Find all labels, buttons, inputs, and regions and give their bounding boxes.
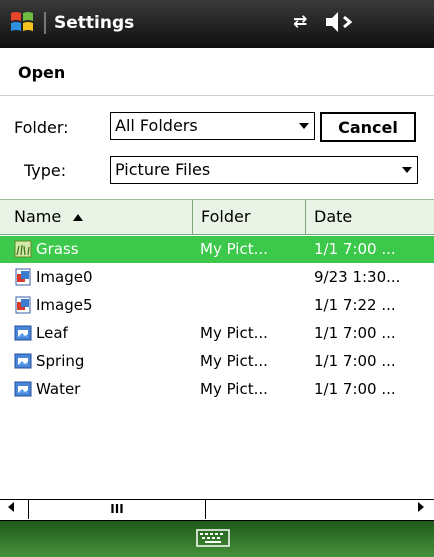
file-folder: My Pict... [200,352,268,370]
list-item[interactable]: Grass My Pict... 1/1 7:00 ... [0,236,434,263]
title-bar: Settings ⇄ [0,0,434,48]
chevron-down-icon [299,123,309,129]
file-folder: My Pict... [200,240,268,258]
scroll-left-icon[interactable] [8,502,14,512]
file-date: 1/1 7:00 ... [314,380,396,398]
connectivity-icon[interactable]: ⇄ [293,12,307,32]
column-header-folder[interactable]: Folder [193,200,306,234]
file-date: 1/1 7:00 ... [314,240,396,258]
file-name: Leaf [36,324,68,342]
list-header: Name Folder Date [0,199,434,235]
grass-image-icon [14,240,32,258]
scrollbar-thumb[interactable]: III [28,500,206,519]
file-name: Spring [36,352,85,370]
title-separator [44,12,46,34]
image-icon [15,268,31,286]
file-date: 1/1 7:22 ... [314,296,396,314]
file-folder: My Pict... [200,324,268,342]
open-menu-label: Open [18,63,66,82]
image-icon [15,296,31,314]
picture-icon [14,325,32,341]
list-item[interactable]: Image0 9/23 1:30... [0,264,434,291]
type-label: Type: [24,161,67,180]
scroll-right-icon[interactable] [418,502,424,512]
file-name: Grass [36,240,79,258]
file-name: Image0 [36,268,93,286]
column-header-name-label: Name [14,207,62,226]
picture-icon [14,353,32,369]
folder-label: Folder: [14,118,69,137]
column-header-name[interactable]: Name [0,200,193,234]
list-item[interactable]: Spring My Pict... 1/1 7:00 ... [0,348,434,375]
file-folder: My Pict... [200,380,268,398]
windows-start-icon[interactable] [8,8,36,36]
file-name: Water [36,380,81,398]
soft-key-bar [0,521,434,557]
column-header-date[interactable]: Date [306,200,434,234]
file-date: 9/23 1:30... [314,268,401,286]
horizontal-scrollbar[interactable]: III [0,499,434,521]
folder-dropdown[interactable]: All Folders [110,112,315,140]
chevron-down-icon [402,167,412,173]
cancel-button[interactable]: Cancel [320,112,416,142]
type-dropdown[interactable]: Picture Files [110,156,418,184]
file-date: 1/1 7:00 ... [314,352,396,370]
file-name: Image5 [36,296,93,314]
type-dropdown-value: Picture Files [115,160,211,179]
menu-bar: Open [0,48,434,96]
sort-ascending-icon [73,214,84,221]
picture-icon [14,381,32,397]
file-date: 1/1 7:00 ... [314,324,396,342]
keyboard-icon[interactable] [196,527,230,549]
list-item[interactable]: Image5 1/1 7:22 ... [0,292,434,319]
folder-dropdown-value: All Folders [115,116,198,135]
list-item[interactable]: Leaf My Pict... 1/1 7:00 ... [0,320,434,347]
app-title: Settings [54,13,135,33]
volume-icon[interactable] [324,9,358,35]
list-item[interactable]: Water My Pict... 1/1 7:00 ... [0,376,434,403]
